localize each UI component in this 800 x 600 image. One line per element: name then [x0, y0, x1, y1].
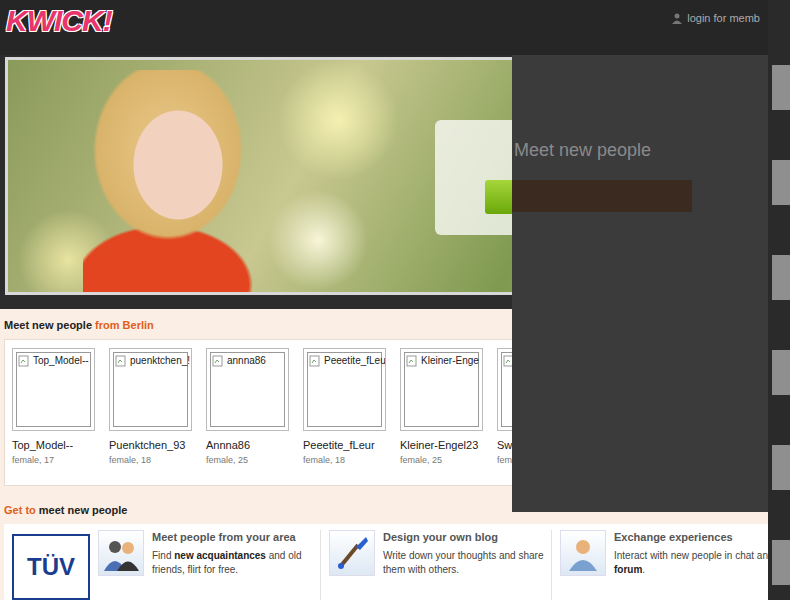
broken-image-icon	[406, 355, 418, 367]
profile-info: female, 17	[12, 455, 99, 465]
person-icon	[671, 12, 683, 24]
feature-title[interactable]: Design your own blog	[383, 530, 551, 549]
feature-description: Interact with new people in chat an foru…	[614, 549, 782, 576]
feature[interactable]: Meet people from your area Find new acqu…	[98, 530, 321, 600]
people-icon	[98, 530, 144, 576]
profile-thumb[interactable]: puenktchen_!	[109, 348, 192, 431]
feature-description: Write down your thoughts and share them …	[383, 549, 551, 576]
broken-image-icon	[115, 355, 127, 367]
logo[interactable]: KWICK!	[6, 4, 112, 38]
strip-block	[772, 350, 790, 395]
brush-icon	[329, 530, 375, 576]
profile-info: female, 25	[400, 455, 487, 465]
profile-thumb[interactable]: Top_Model--	[12, 348, 95, 431]
right-edge	[790, 0, 800, 600]
profile-name[interactable]: Annna86	[206, 439, 293, 451]
broken-image-icon	[212, 355, 224, 367]
profile-thumb[interactable]: Kleiner-Enge	[400, 348, 483, 431]
profile[interactable]: puenktchen_! Puenktchen_93 female, 18	[109, 348, 196, 473]
profile-name[interactable]: Top_Model--	[12, 439, 99, 451]
profile-name[interactable]: Puenktchen_93	[109, 439, 196, 451]
features-row: TÜV Meet people from your area Find new …	[4, 524, 796, 600]
profile-thumb[interactable]: Peeetite_fLeu	[303, 348, 386, 431]
overlay-title: Meet new people	[514, 140, 651, 161]
feature[interactable]: Exchange experiences Interact with new p…	[560, 530, 783, 600]
profile-thumb[interactable]: annna86	[206, 348, 289, 431]
profile-info: female, 18	[109, 455, 196, 465]
strip-block	[772, 540, 790, 585]
overlay-button[interactable]	[512, 180, 692, 212]
profile-name[interactable]: Kleiner-Engel23	[400, 439, 487, 451]
feature-description: Find new acquaintances and old friends, …	[152, 549, 320, 576]
person-icon	[560, 530, 606, 576]
page: KWICK! login for memb Meet new people fr…	[0, 0, 800, 600]
profile[interactable]: Kleiner-Enge Kleiner-Engel23 female, 25	[400, 348, 487, 473]
profile[interactable]: Peeetite_fLeu Peeetite_fLeur female, 18	[303, 348, 390, 473]
strip-block	[772, 255, 790, 300]
tuv-badge[interactable]: TÜV	[12, 534, 90, 600]
woman-photo	[83, 70, 253, 292]
profile-info: female, 18	[303, 455, 390, 465]
profile[interactable]: annna86 Annna86 female, 25	[206, 348, 293, 473]
right-strip	[768, 0, 790, 600]
feature-title[interactable]: Exchange experiences	[614, 530, 782, 549]
strip-block	[772, 445, 790, 490]
header: KWICK! login for memb	[0, 0, 800, 55]
feature-title[interactable]: Meet people from your area	[152, 530, 320, 549]
profile-name[interactable]: Peeetite_fLeur	[303, 439, 390, 451]
broken-image-icon	[18, 355, 30, 367]
feature[interactable]: Design your own blog Write down your tho…	[329, 530, 552, 600]
profile[interactable]: Top_Model-- Top_Model-- female, 17	[12, 348, 99, 473]
strip-block	[772, 65, 790, 110]
login-link[interactable]: login for memb	[671, 12, 760, 24]
profile-info: female, 25	[206, 455, 293, 465]
overlay-panel: Meet new people	[512, 55, 770, 512]
strip-block	[772, 160, 790, 205]
broken-image-icon	[309, 355, 321, 367]
